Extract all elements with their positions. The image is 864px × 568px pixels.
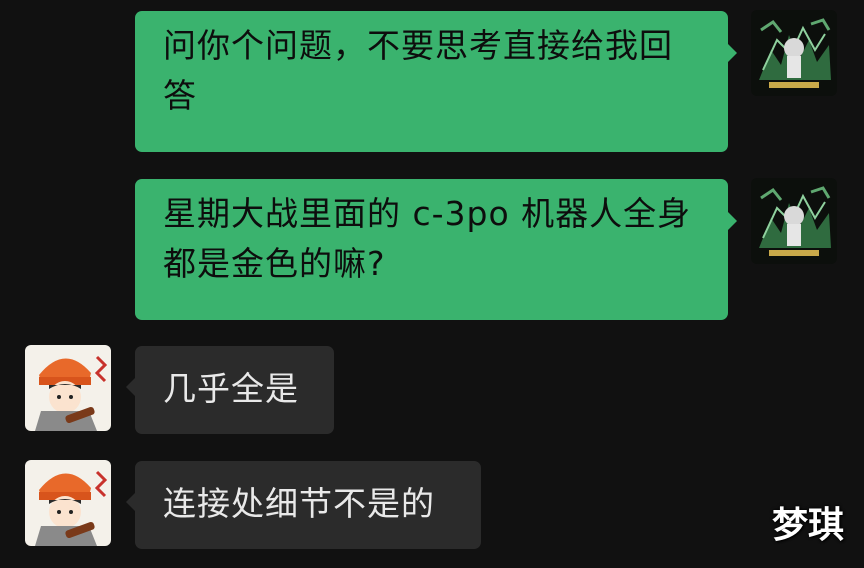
message-text: 几乎全是 <box>163 369 299 408</box>
self-avatar[interactable] <box>751 10 837 96</box>
message-text: 星期大战里面的 c-3po 机器人全身都是金色的嘛? <box>163 194 692 283</box>
message-bubble-incoming[interactable]: 几乎全是 <box>135 346 334 434</box>
message-bubble-outgoing[interactable]: 星期大战里面的 c-3po 机器人全身都是金色的嘛? <box>135 179 728 320</box>
self-avatar-image <box>751 10 837 96</box>
watermark: 梦琪 <box>771 505 844 546</box>
bubble-tail <box>728 44 737 62</box>
self-avatar-image <box>751 178 837 264</box>
self-avatar[interactable] <box>751 178 837 264</box>
contact-avatar[interactable] <box>25 460 111 546</box>
message-bubble-incoming[interactable]: 连接处细节不是的 <box>135 461 481 549</box>
contact-avatar[interactable] <box>25 345 111 431</box>
bubble-tail <box>126 378 135 396</box>
message-text: 问你个问题，不要思考直接给我回答 <box>163 26 673 115</box>
bubble-tail <box>728 212 737 230</box>
message-text: 连接处细节不是的 <box>163 484 435 523</box>
contact-avatar-image <box>25 460 111 546</box>
bubble-tail <box>126 493 135 511</box>
message-bubble-outgoing[interactable]: 问你个问题，不要思考直接给我回答 <box>135 11 728 152</box>
contact-avatar-image <box>25 345 111 431</box>
